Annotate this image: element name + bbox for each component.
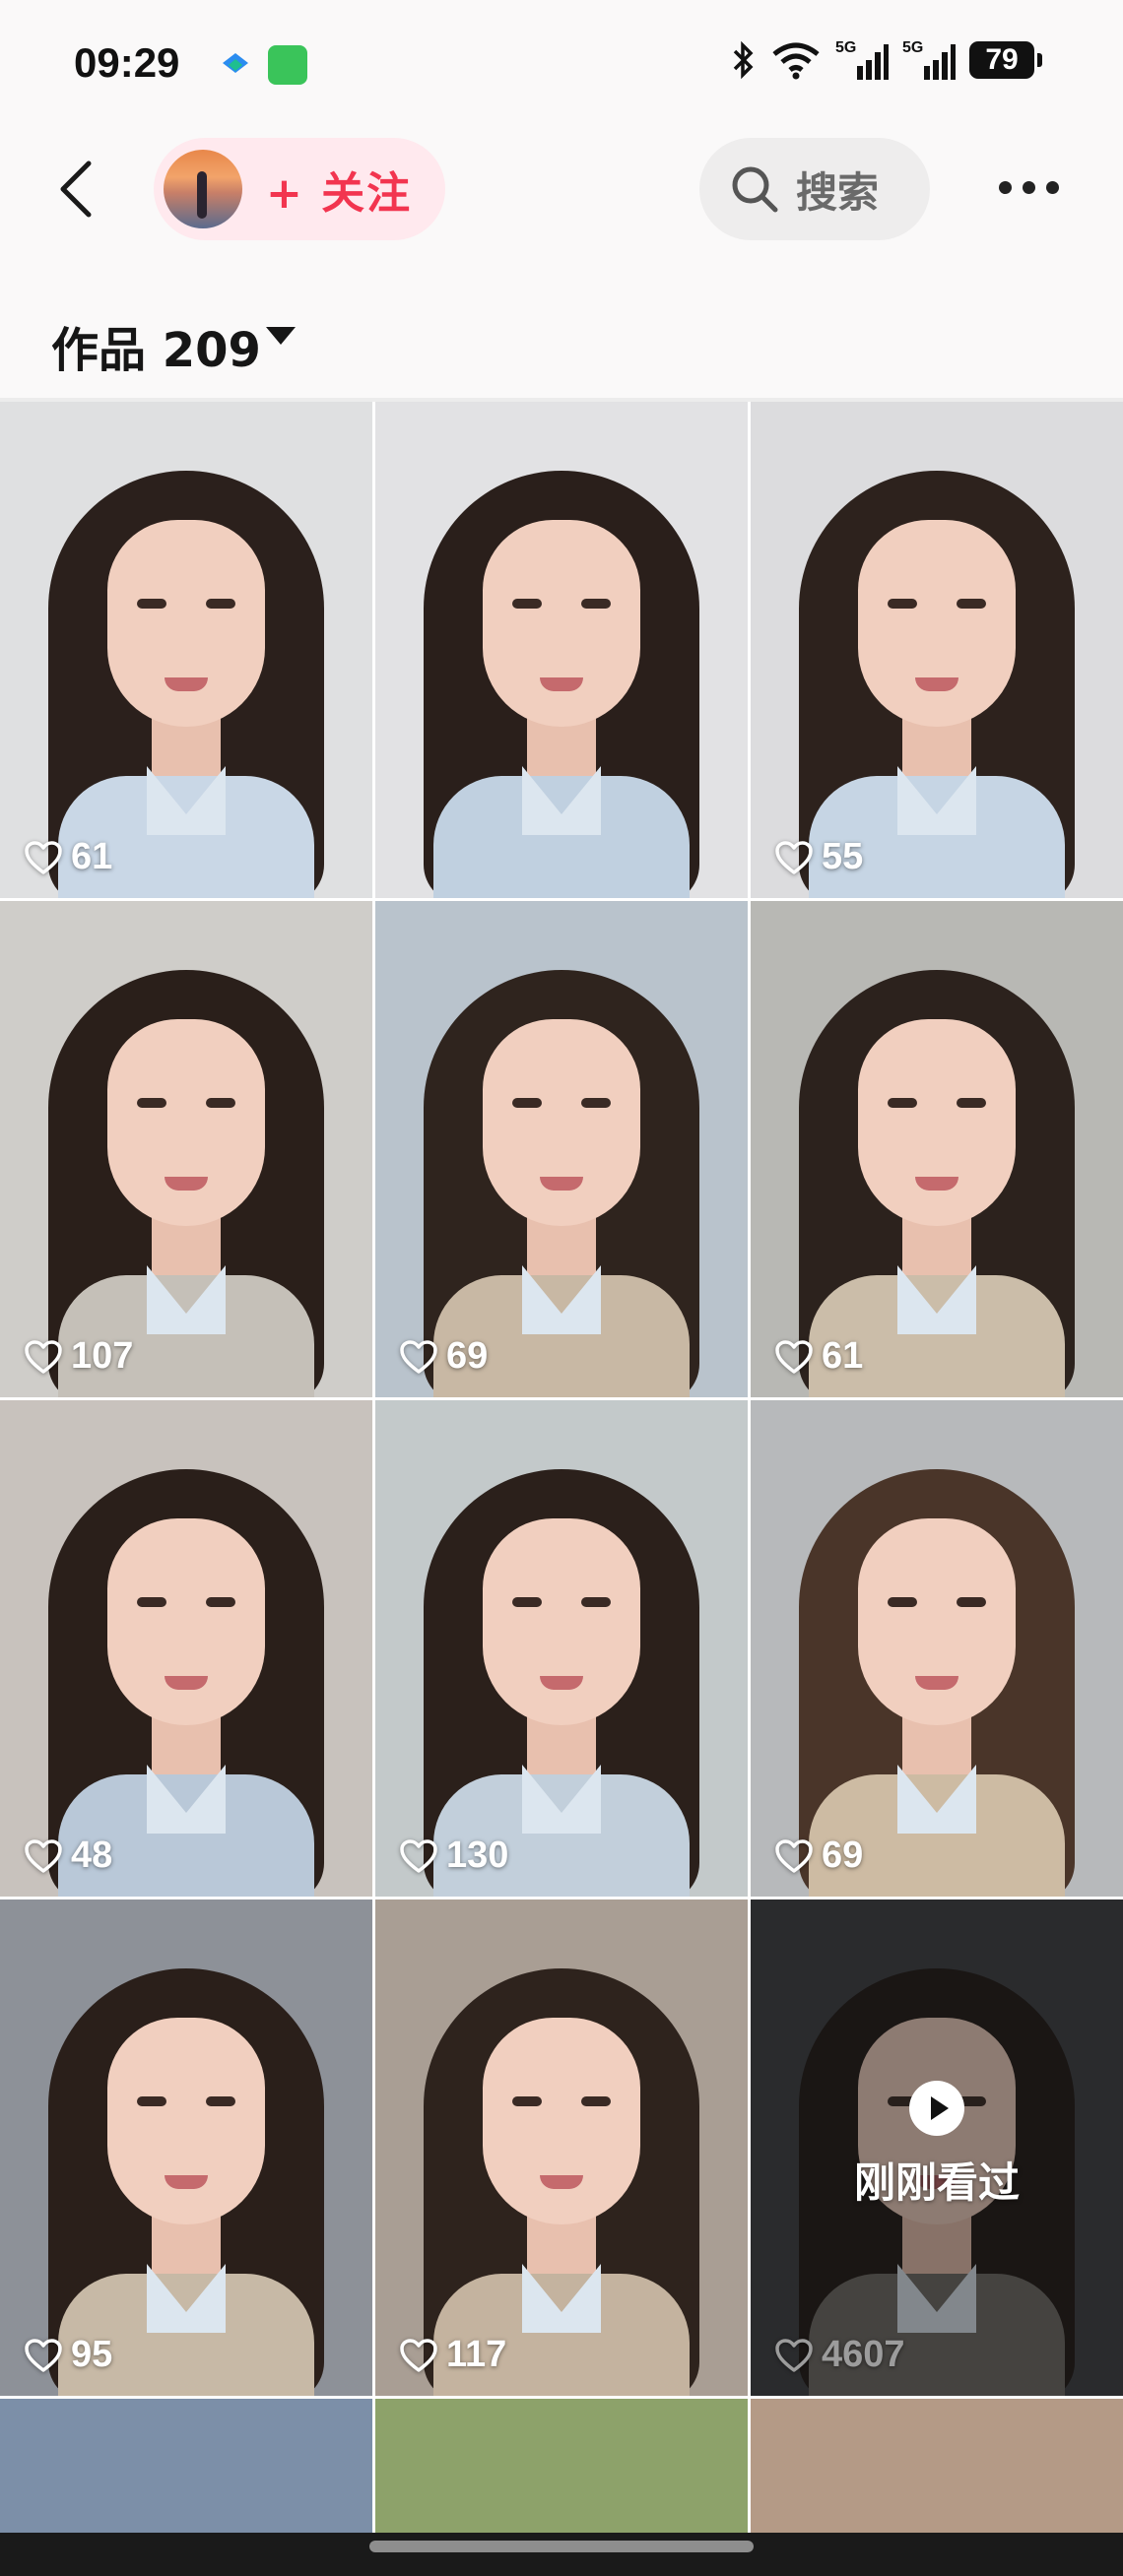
- like-count-value: 61: [822, 1335, 864, 1377]
- follow-label: + 关注: [266, 168, 413, 219]
- video-thumbnail[interactable]: 61: [751, 901, 1123, 1397]
- video-thumbnail[interactable]: 48: [0, 1400, 372, 1897]
- watched-overlay: [751, 1900, 1123, 2396]
- home-indicator[interactable]: [369, 2541, 754, 2552]
- thumbnail-person: [414, 970, 709, 1397]
- wifi-icon: [772, 42, 820, 80]
- heart-icon: [25, 840, 62, 874]
- like-count: 48: [24, 1835, 112, 1877]
- thumbnail-person: [414, 1469, 709, 1897]
- works-tab-bar: 作品 209: [0, 272, 1123, 400]
- like-count-value: 107: [71, 1335, 134, 1377]
- battery-indicator: 79: [969, 41, 1042, 79]
- video-thumbnail[interactable]: 107: [0, 901, 372, 1397]
- more-icon[interactable]: [999, 181, 1059, 194]
- search-button[interactable]: 搜索: [699, 138, 930, 240]
- like-count-value: 69: [446, 1335, 489, 1377]
- video-thumbnail[interactable]: 69: [375, 901, 748, 1397]
- caret-down-icon[interactable]: [266, 327, 296, 345]
- like-count: 4607: [774, 2334, 905, 2376]
- like-count-value: 69: [822, 1835, 864, 1876]
- app-notification-icon: [223, 53, 248, 73]
- search-icon: [732, 166, 778, 213]
- like-count-value: 48: [71, 1835, 113, 1876]
- like-count: 61: [24, 836, 112, 878]
- heart-icon: [775, 1339, 813, 1374]
- thumbnail-person: [789, 471, 1085, 898]
- svg-text:5G: 5G: [835, 39, 856, 56]
- status-bar: 09:29 5G 5G 79: [0, 0, 1123, 104]
- thumbnail-person: [789, 970, 1085, 1397]
- like-count-value: 117: [446, 2334, 507, 2375]
- like-count: 130: [399, 1835, 508, 1877]
- like-count-value: 130: [446, 1835, 509, 1876]
- video-thumbnail[interactable]: [375, 2399, 748, 2546]
- heart-icon: [400, 1838, 437, 1873]
- heart-icon: [400, 1339, 437, 1374]
- bluetooth-icon: [733, 40, 754, 80]
- video-thumbnail[interactable]: 95: [0, 1900, 372, 2396]
- message-app-icon: [268, 45, 307, 85]
- back-icon[interactable]: [51, 160, 100, 219]
- like-count: 117: [399, 2334, 506, 2376]
- works-count-label[interactable]: 作品 209: [51, 311, 261, 380]
- avatar[interactable]: [164, 150, 242, 228]
- gesture-bar: [0, 2533, 1123, 2576]
- play-icon: [909, 2081, 964, 2136]
- like-count-value: 95: [71, 2334, 113, 2375]
- heart-icon: [25, 1339, 62, 1374]
- thumbnail-person: [414, 1968, 709, 2396]
- status-time: 09:29: [74, 39, 180, 86]
- recently-watched-label: 刚刚看过: [853, 2158, 1020, 2207]
- 5g-signal-icon: 5G: [902, 39, 956, 80]
- video-thumbnail[interactable]: [751, 2399, 1123, 2546]
- like-count: 55: [774, 836, 863, 878]
- heart-icon: [775, 840, 813, 874]
- video-thumbnail[interactable]: 117: [375, 1900, 748, 2396]
- thumbnail-person: [38, 471, 334, 898]
- search-label: 搜索: [796, 167, 880, 217]
- video-thumbnail[interactable]: 61: [0, 402, 372, 898]
- like-count-value: 55: [822, 836, 864, 877]
- like-count: 69: [399, 1335, 488, 1378]
- heart-icon: [25, 2338, 62, 2372]
- like-count: 95: [24, 2334, 112, 2376]
- thumbnail-person: [38, 1968, 334, 2396]
- like-count-value: 61: [71, 836, 113, 877]
- like-count-value: 4607: [822, 2334, 905, 2375]
- thumbnail-person: [414, 471, 709, 898]
- status-icons: 5G 5G 79: [731, 35, 1042, 85]
- heart-icon: [25, 1838, 62, 1873]
- video-thumbnail[interactable]: [375, 402, 748, 898]
- heart-icon: [775, 1838, 813, 1873]
- video-thumbnail[interactable]: 130: [375, 1400, 748, 1897]
- thumbnail-person: [38, 970, 334, 1397]
- video-thumbnail[interactable]: 55: [751, 402, 1123, 898]
- thumbnail-person: [38, 1469, 334, 1897]
- thumbnail-person: [789, 1469, 1085, 1897]
- like-count: 61: [774, 1335, 863, 1378]
- heart-icon: [400, 2338, 437, 2372]
- video-thumbnail[interactable]: 69: [751, 1400, 1123, 1897]
- profile-header: + 关注 搜索: [0, 104, 1123, 272]
- video-thumbnail[interactable]: [0, 2399, 372, 2546]
- follow-button[interactable]: + 关注: [154, 138, 445, 240]
- like-count: 107: [24, 1335, 133, 1378]
- 5g-signal-icon: 5G: [835, 39, 889, 80]
- svg-text:5G: 5G: [902, 39, 923, 56]
- video-thumbnail[interactable]: 刚刚看过 4607: [751, 1900, 1123, 2396]
- like-count: 69: [774, 1835, 863, 1877]
- heart-icon: [775, 2338, 813, 2372]
